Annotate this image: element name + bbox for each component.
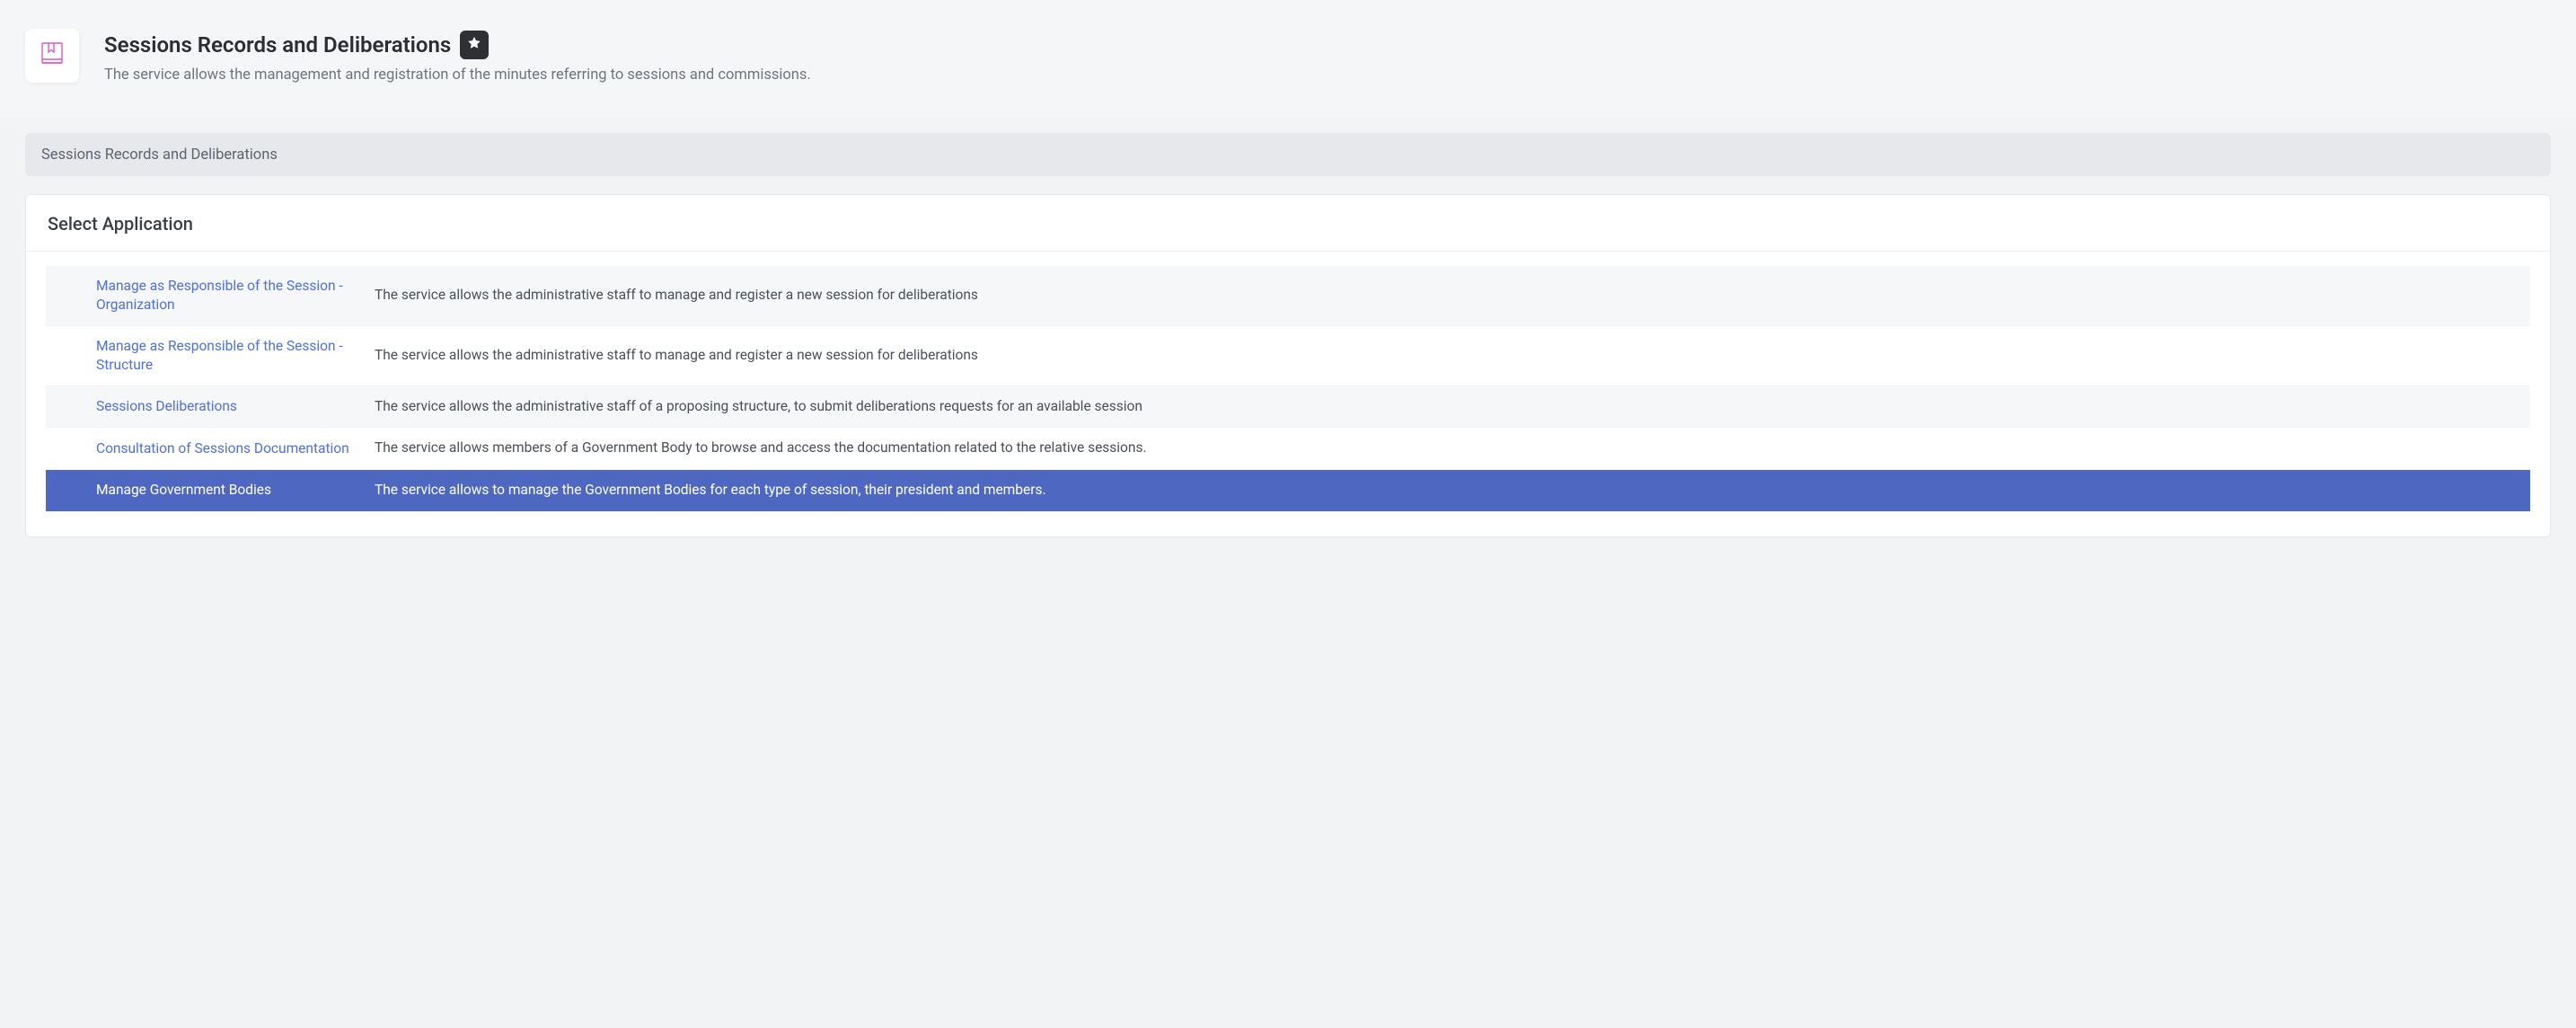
header-text: Sessions Records and Deliberations The s… xyxy=(104,29,2551,86)
title-row: Sessions Records and Deliberations xyxy=(104,31,2551,59)
table-row[interactable]: Manage as Responsible of the Session - O… xyxy=(46,266,2530,326)
favorite-toggle[interactable] xyxy=(460,31,489,59)
table-row[interactable]: Sessions Deliberations The service allow… xyxy=(46,386,2530,429)
content-wrap: Sessions Records and Deliberations Selec… xyxy=(0,117,2576,563)
app-link[interactable]: Sessions Deliberations xyxy=(96,397,375,416)
star-icon xyxy=(466,35,482,55)
application-table: Manage as Responsible of the Session - O… xyxy=(46,266,2530,511)
app-description: The service allows the administrative st… xyxy=(375,346,2516,366)
app-description: The service allows the administrative st… xyxy=(375,286,2516,306)
header-icon-tile xyxy=(25,29,79,83)
breadcrumb: Sessions Records and Deliberations xyxy=(25,133,2551,176)
app-description: The service allows members of a Governme… xyxy=(375,439,2516,458)
app-link[interactable]: Manage Government Bodies xyxy=(96,481,375,500)
page-header: Sessions Records and Deliberations The s… xyxy=(0,0,2576,117)
table-row[interactable]: Consultation of Sessions Documentation T… xyxy=(46,428,2530,470)
application-panel: Select Application Manage as Responsible… xyxy=(25,194,2551,537)
page-subtitle: The service allows the management and re… xyxy=(104,65,2551,86)
app-link[interactable]: Manage as Responsible of the Session - S… xyxy=(96,337,375,375)
table-row[interactable]: Manage as Responsible of the Session - S… xyxy=(46,326,2530,386)
app-description: The service allows to manage the Governm… xyxy=(375,481,2516,501)
breadcrumb-text: Sessions Records and Deliberations xyxy=(41,146,278,164)
app-description: The service allows the administrative st… xyxy=(375,397,2516,417)
table-row-active[interactable]: Manage Government Bodies The service all… xyxy=(46,470,2530,511)
page: Sessions Records and Deliberations The s… xyxy=(0,0,2576,563)
bookmark-book-icon xyxy=(38,40,66,72)
app-link[interactable]: Consultation of Sessions Documentation xyxy=(96,439,375,458)
app-link[interactable]: Manage as Responsible of the Session - O… xyxy=(96,277,375,315)
page-title: Sessions Records and Deliberations xyxy=(104,32,451,58)
panel-title: Select Application xyxy=(26,195,2550,252)
